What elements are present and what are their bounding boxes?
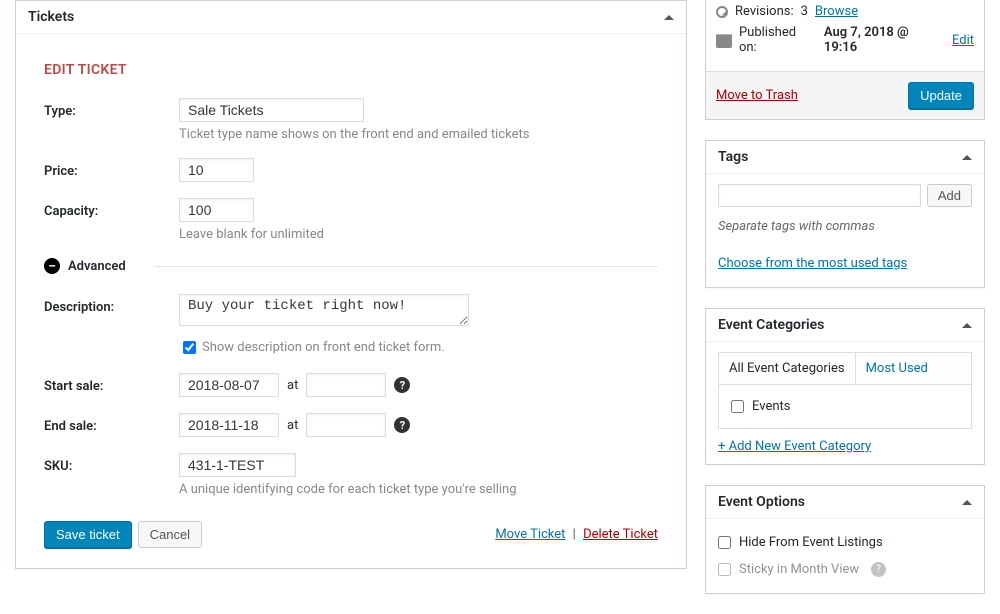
tags-metabox-header[interactable]: Tags <box>706 141 984 174</box>
tickets-metabox-header[interactable]: Tickets <box>16 1 686 34</box>
collapse-icon <box>962 500 972 505</box>
save-ticket-button[interactable]: Save ticket <box>44 521 132 548</box>
start-sale-time-input[interactable] <box>306 373 386 397</box>
delete-ticket-link[interactable]: Delete Ticket <box>583 527 658 542</box>
tags-input[interactable] <box>718 184 921 207</box>
revisions-label: Revisions: <box>735 4 794 19</box>
type-label: Type: <box>44 98 179 119</box>
category-events-checkbox[interactable] <box>731 400 744 413</box>
tags-metabox-title: Tags <box>718 149 748 165</box>
event-options-metabox-header[interactable]: Event Options <box>706 486 984 519</box>
choose-tags-link[interactable]: Choose from the most used tags <box>718 256 907 271</box>
start-sale-date-input[interactable] <box>179 373 279 397</box>
cancel-button[interactable]: Cancel <box>138 521 202 548</box>
divider <box>154 266 658 267</box>
option-hide-from-listings[interactable]: Hide From Event Listings <box>718 529 972 556</box>
sticky-month-view-checkbox[interactable] <box>718 563 731 576</box>
sticky-month-view-label: Sticky in Month View <box>739 562 859 577</box>
help-icon[interactable]: ? <box>394 377 410 393</box>
description-label: Description: <box>44 294 179 315</box>
add-category-link[interactable]: + Add New Event Category <box>718 439 871 454</box>
published-on-value: Aug 7, 2018 @ 19:16 <box>824 25 945 55</box>
event-categories-metabox-header[interactable]: Event Categories <box>706 309 984 342</box>
tab-most-used[interactable]: Most Used <box>856 353 938 384</box>
help-icon[interactable]: ? <box>394 417 410 433</box>
description-input[interactable] <box>179 294 469 326</box>
browse-revisions-link[interactable]: Browse <box>815 4 858 19</box>
event-categories-metabox-title: Event Categories <box>718 317 824 333</box>
separator: | <box>573 527 576 542</box>
show-description-checkbox-label: Show description on front end ticket for… <box>202 340 445 355</box>
event-options-metabox-title: Event Options <box>718 494 805 510</box>
category-events-label: Events <box>752 399 790 414</box>
minus-icon: – <box>44 258 60 274</box>
help-icon[interactable]: ? <box>871 562 886 577</box>
add-tag-button[interactable]: Add <box>927 184 972 207</box>
option-sticky-month-view[interactable]: Sticky in Month View ? <box>718 556 972 583</box>
tab-all-categories[interactable]: All Event Categories <box>719 353 856 384</box>
tags-note: Separate tags with commas <box>718 219 972 234</box>
revisions-count: 3 <box>801 4 808 19</box>
type-input[interactable] <box>179 98 364 122</box>
end-sale-date-input[interactable] <box>179 413 279 437</box>
calendar-icon <box>716 32 732 48</box>
revisions-icon <box>716 6 728 18</box>
move-ticket-link[interactable]: Move Ticket <box>495 527 565 542</box>
end-sale-label: End sale: <box>44 413 179 434</box>
sku-label: SKU: <box>44 453 179 474</box>
published-on-label: Published on: <box>739 25 817 55</box>
type-help: Ticket type name shows on the front end … <box>179 127 658 142</box>
end-sale-at: at <box>287 418 298 433</box>
show-description-checkbox[interactable] <box>183 341 196 354</box>
category-item-events[interactable]: Events <box>731 399 959 414</box>
collapse-icon <box>962 155 972 160</box>
hide-from-listings-label: Hide From Event Listings <box>739 535 883 550</box>
advanced-toggle[interactable]: – Advanced <box>44 258 658 274</box>
collapse-icon <box>664 15 674 20</box>
price-input[interactable] <box>179 158 254 182</box>
hide-from-listings-checkbox[interactable] <box>718 536 731 549</box>
tickets-metabox-title: Tickets <box>28 9 74 25</box>
sku-help: A unique identifying code for each ticke… <box>179 482 658 497</box>
update-button[interactable]: Update <box>908 82 974 109</box>
end-sale-time-input[interactable] <box>306 413 386 437</box>
edit-publish-date-link[interactable]: Edit <box>952 33 974 48</box>
edit-ticket-heading: EDIT TICKET <box>44 62 658 78</box>
collapse-icon <box>962 323 972 328</box>
start-sale-at: at <box>287 378 298 393</box>
capacity-input[interactable] <box>179 198 254 222</box>
move-to-trash-link[interactable]: Move to Trash <box>716 88 798 103</box>
capacity-help: Leave blank for unlimited <box>179 227 658 242</box>
capacity-label: Capacity: <box>44 198 179 219</box>
category-tabs: All Event Categories Most Used <box>718 352 972 384</box>
sku-input[interactable] <box>179 453 296 477</box>
start-sale-label: Start sale: <box>44 373 179 394</box>
price-label: Price: <box>44 158 179 179</box>
